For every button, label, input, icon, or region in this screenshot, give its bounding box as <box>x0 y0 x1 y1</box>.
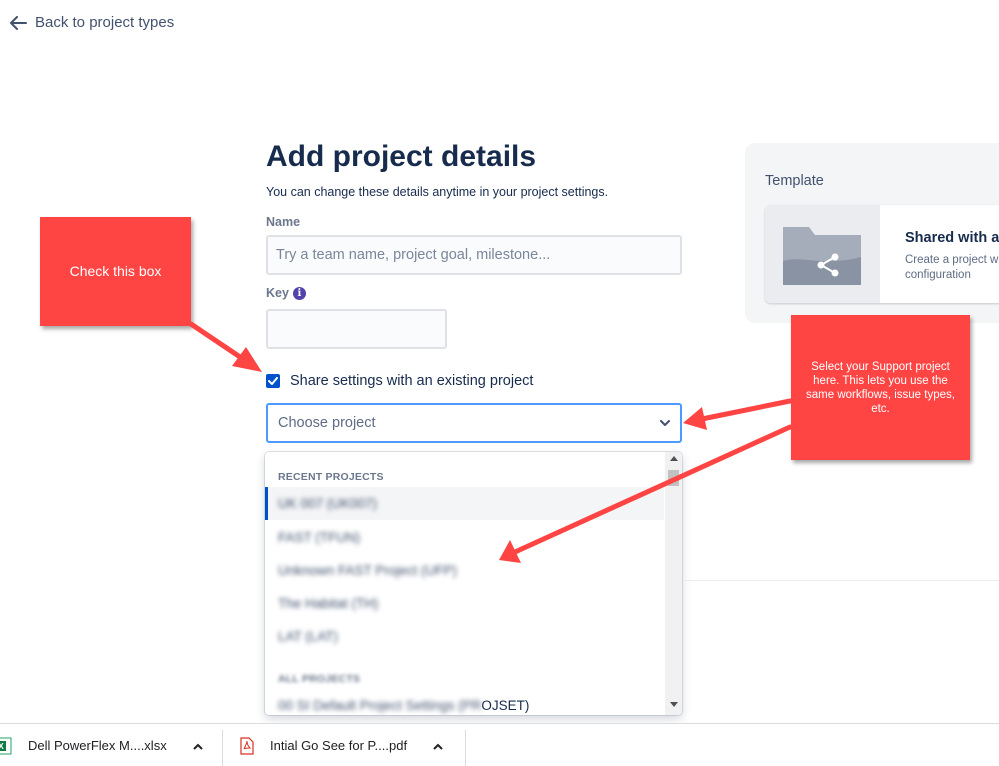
template-heading: Template <box>765 173 824 189</box>
download-item-xlsx[interactable]: X Dell PowerFlex M....xlsx <box>0 724 208 766</box>
arrow-to-checkbox <box>188 321 262 372</box>
download-separator <box>465 730 466 766</box>
chevron-up-icon[interactable] <box>433 739 443 753</box>
dropdown-option[interactable]: 00 SI Default Project Settings (PR OJSET) <box>265 689 664 715</box>
scroll-up-icon[interactable] <box>670 456 678 461</box>
download-filename: Intial Go See for P....pdf <box>270 738 408 753</box>
page-title: Add project details <box>266 140 537 173</box>
dropdown-option[interactable]: UK 007 (UK007) <box>265 487 664 520</box>
dropdown-scrollbar[interactable] <box>665 452 682 715</box>
template-card-description: Create a project wi configuration <box>905 254 999 281</box>
page-subtitle: You can change these details anytime in … <box>266 185 609 199</box>
choose-project-select[interactable]: Choose project <box>266 403 682 443</box>
key-label: Key <box>266 286 289 300</box>
template-card[interactable]: Shared with an Create a project wi confi… <box>765 205 999 303</box>
share-settings-label: Share settings with an existing project <box>290 373 534 389</box>
download-separator <box>222 730 223 766</box>
share-settings-checkbox-row[interactable]: Share settings with an existing project <box>266 373 533 389</box>
scroll-down-icon[interactable] <box>670 702 678 707</box>
chevron-up-icon[interactable] <box>192 739 203 753</box>
info-icon[interactable]: i <box>292 286 306 300</box>
excel-icon: X <box>0 737 12 754</box>
dropdown-option[interactable]: LAT (LAT) <box>265 620 664 653</box>
dropdown-option[interactable]: The Habitat (TH) <box>265 587 664 620</box>
back-to-project-types-link[interactable]: Back to project types <box>10 14 174 31</box>
download-item-pdf[interactable]: Intial Go See for P....pdf <box>240 724 455 766</box>
dropdown-option[interactable]: FAST (TFUN) <box>265 521 664 554</box>
scrollbar-thumb[interactable] <box>668 470 679 486</box>
key-input[interactable] <box>266 309 447 349</box>
download-filename: Dell PowerFlex M....xlsx <box>28 738 167 753</box>
arrow-left-icon <box>10 15 27 30</box>
chevron-down-icon <box>660 419 670 426</box>
choose-project-placeholder: Choose project <box>278 415 376 431</box>
download-bar: X Dell PowerFlex M....xlsx Intial Go See… <box>0 723 999 766</box>
callout-1-text: Check this box <box>69 263 162 279</box>
shared-folder-icon <box>783 227 861 285</box>
share-settings-checkbox[interactable] <box>266 374 280 388</box>
pdf-icon <box>240 736 254 755</box>
recent-projects-heading: RECENT PROJECTS <box>278 471 384 483</box>
divider <box>684 580 999 581</box>
template-panel: Template Shared with an Create a project… <box>745 143 999 323</box>
name-input[interactable] <box>266 235 682 275</box>
project-dropdown-menu[interactable]: RECENT PROJECTS UK 007 (UK007) FAST (TFU… <box>265 452 682 715</box>
callout-check-box: Check this box <box>40 217 191 326</box>
callout-select-project: Select your Support project here. This l… <box>791 315 970 460</box>
template-card-title: Shared with an <box>905 230 999 246</box>
name-label: Name <box>266 215 301 229</box>
template-thumbnail <box>765 205 880 303</box>
all-projects-heading: ALL PROJECTS <box>278 673 361 685</box>
arrow-to-select <box>683 398 793 430</box>
dropdown-option[interactable]: Unknown FAST Project (UFP) <box>265 554 664 587</box>
key-label-row: Key i <box>266 286 306 300</box>
page: Back to project types Add project detail… <box>0 0 999 766</box>
callout-2-text: Select your Support project here. This l… <box>806 361 955 415</box>
back-link-label: Back to project types <box>35 14 175 31</box>
checkmark-icon <box>268 377 278 385</box>
